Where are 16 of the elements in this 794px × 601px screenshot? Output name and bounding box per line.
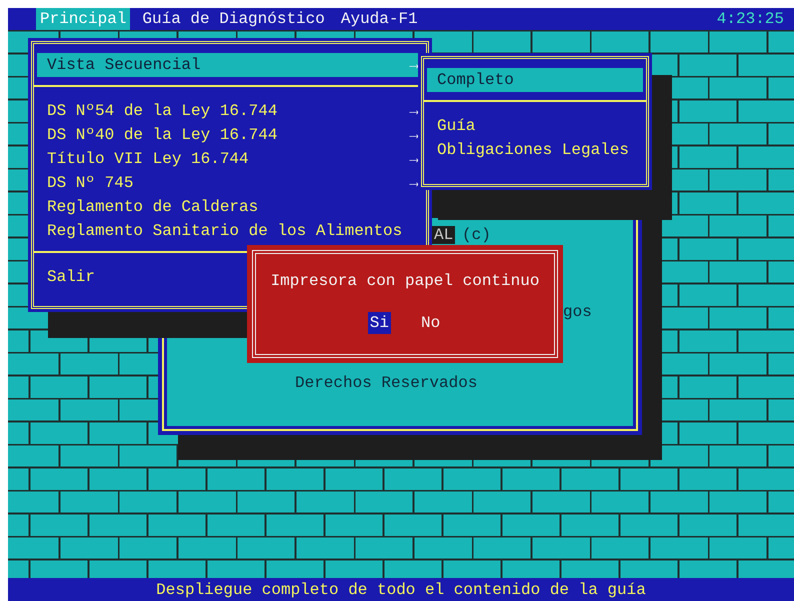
menu-item[interactable]: Reglamento de Calderas [37, 195, 423, 219]
menu-bar-item[interactable]: Ayuda-F1 [336, 8, 422, 30]
dialog-option[interactable]: Si [368, 312, 391, 334]
rights-text: Derechos Reservados [295, 374, 478, 392]
dialog-message: Impresora con papel continuo [270, 272, 540, 290]
text-fragment: gos [563, 303, 592, 321]
menu-item[interactable]: Reglamento Sanitario de los Alimentos [37, 219, 423, 243]
status-bar: Despliegue completo de todo el contenido de la guía [8, 578, 794, 601]
copyright-text: (c) [462, 226, 491, 244]
clock: 4:23:25 [716, 10, 784, 28]
menu-bar-item[interactable]: Guía de Diagnóstico [138, 8, 329, 30]
title-fragment: AL [432, 226, 456, 244]
menu-item[interactable]: Guía [427, 114, 643, 138]
dialog-option[interactable]: No [419, 312, 442, 334]
menu-item[interactable]: Completo [427, 68, 643, 92]
menu-item[interactable]: Obligaciones Legales [427, 138, 643, 162]
